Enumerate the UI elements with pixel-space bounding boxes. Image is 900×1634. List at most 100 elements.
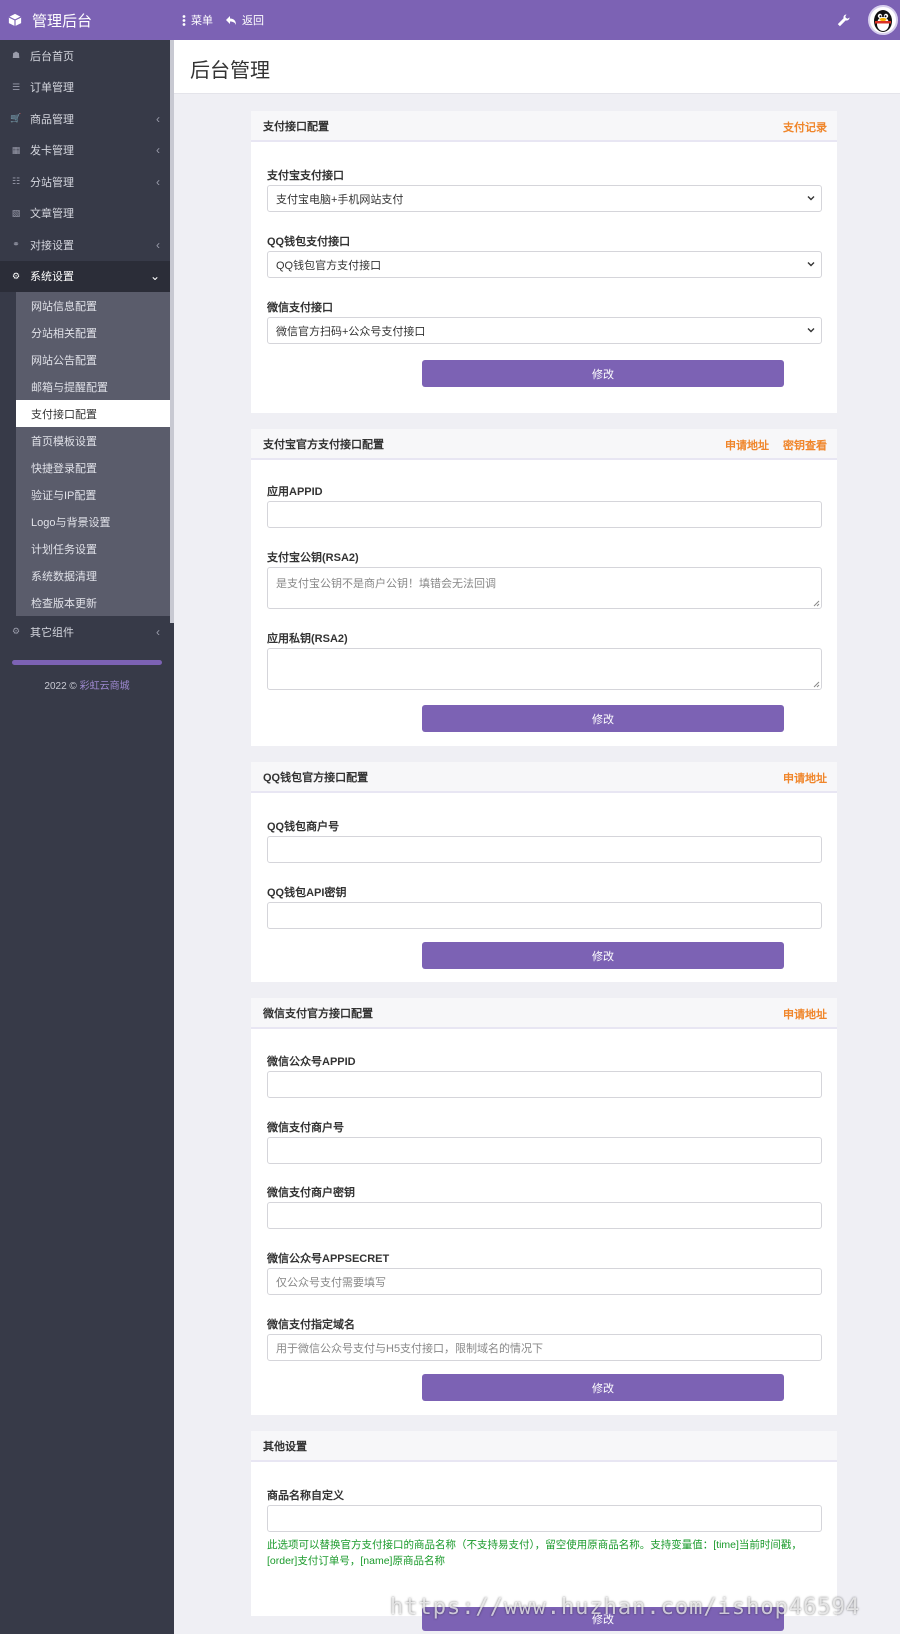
alipay-config-panel: 支付宝官方支付接口配置 申请地址 密钥查看 应用APPID 支付宝公钥(RSA2… bbox=[251, 429, 837, 746]
sidebar-item-label: 分站管理 bbox=[30, 176, 74, 189]
app-title: 管理后台 bbox=[32, 12, 93, 30]
qq-interface-label: QQ钱包支付接口 bbox=[267, 236, 351, 248]
view-keys-link[interactable]: 密钥查看 bbox=[783, 437, 827, 453]
brand[interactable]: 管理后台 bbox=[0, 0, 174, 40]
sidebar-subitem[interactable]: 验证与IP配置 bbox=[0, 481, 174, 508]
sidebar-subitem[interactable]: 计划任务设置 bbox=[0, 535, 174, 562]
back-button[interactable]: 返回 bbox=[225, 12, 264, 28]
wx-merchant-key-input[interactable] bbox=[267, 1202, 822, 1229]
panel-header: 其他设置 bbox=[251, 1431, 837, 1462]
avatar[interactable] bbox=[868, 5, 898, 35]
other-settings-panel: 其他设置 商品名称自定义 此选项可以替换官方支付接口的商品名称（不支持易支付），… bbox=[251, 1431, 837, 1631]
sidebar-subitem[interactable]: 检查版本更新 bbox=[0, 589, 174, 616]
sitemap-icon: ☷ bbox=[11, 176, 21, 187]
alipay-pubkey-label: 支付宝公钥(RSA2) bbox=[267, 552, 359, 564]
sidebar-item-system-settings[interactable]: ⚙ 系统设置 ⌄ bbox=[0, 260, 174, 292]
wx-domain-label: 微信支付指定域名 bbox=[267, 1319, 355, 1331]
qq-merchant-input[interactable] bbox=[267, 836, 822, 863]
sidebar-item-orders[interactable]: ☰ 订单管理 bbox=[0, 72, 174, 104]
wx-merchant-label: 微信支付商户号 bbox=[267, 1122, 344, 1134]
link-icon: ⚭ bbox=[12, 239, 20, 250]
sidebar-divider bbox=[170, 40, 174, 623]
chevron-left-icon: ‹ bbox=[156, 111, 160, 126]
pay-config-submit-button[interactable]: 修改 bbox=[422, 360, 784, 387]
panel-header: 微信支付官方接口配置 申请地址 bbox=[251, 998, 837, 1029]
panel-title: 支付宝官方支付接口配置 bbox=[263, 438, 384, 451]
alipay-pubkey-textarea[interactable]: 是支付宝公钥不是商户公钥！填错会无法回调 bbox=[267, 567, 822, 609]
wx-config-submit-button[interactable]: 修改 bbox=[422, 1374, 784, 1401]
qq-apikey-label: QQ钱包API密钥 bbox=[267, 887, 347, 899]
app-privkey-label: 应用私钥(RSA2) bbox=[267, 633, 348, 645]
sidebar-item-home[interactable]: ☗ 后台首页 bbox=[0, 40, 174, 72]
panel-header: 支付宝官方支付接口配置 申请地址 密钥查看 bbox=[251, 429, 837, 460]
product-name-input[interactable] bbox=[267, 1505, 822, 1532]
sidebar-subitem[interactable]: Logo与背景设置 bbox=[0, 508, 174, 535]
apply-address-link[interactable]: 申请地址 bbox=[783, 1006, 827, 1022]
textarea-placeholder: 是支付宝公钥不是商户公钥！填错会无法回调 bbox=[276, 578, 496, 590]
sidebar-item-cards[interactable]: ▦ 发卡管理 ‹ bbox=[0, 135, 174, 167]
alipay-interface-select[interactable]: 支付宝电脑+手机网站支付 bbox=[267, 185, 822, 212]
alipay-config-submit-button[interactable]: 修改 bbox=[422, 705, 784, 732]
wx-appsecret-label: 微信公众号APPSECRET bbox=[267, 1253, 390, 1265]
sidebar-item-substations[interactable]: ☷ 分站管理 ‹ bbox=[0, 166, 174, 198]
sidebar-subitem[interactable]: 网站公告配置 bbox=[0, 346, 174, 373]
sidebar-item-label: 其它组件 bbox=[30, 626, 74, 639]
menu-toggle-button[interactable]: 菜单 bbox=[182, 12, 213, 28]
wx-interface-label: 微信支付接口 bbox=[267, 302, 333, 314]
chevron-left-icon: ‹ bbox=[156, 624, 160, 639]
input-placeholder: 用于微信公众号支付与H5支付接口，限制域名的情况下 bbox=[276, 1342, 544, 1355]
wx-appid-input[interactable] bbox=[267, 1071, 822, 1098]
wx-domain-input[interactable]: 用于微信公众号支付与H5支付接口，限制域名的情况下 bbox=[267, 1334, 822, 1361]
book-icon: ▧ bbox=[11, 207, 21, 218]
wx-config-panel: 微信支付官方接口配置 申请地址 微信公众号APPID 微信支付商户号 微信支付商… bbox=[251, 998, 837, 1415]
panel-title: 支付接口配置 bbox=[263, 120, 329, 133]
penguin-icon bbox=[874, 10, 892, 32]
resize-grip-icon[interactable] bbox=[812, 599, 820, 607]
sidebar-subitem[interactable]: 网站信息配置 bbox=[0, 292, 174, 319]
chevron-left-icon: ‹ bbox=[156, 143, 160, 158]
sidebar-subitem[interactable]: 快捷登录配置 bbox=[0, 454, 174, 481]
top-right-tools bbox=[837, 0, 900, 40]
wx-merchant-input[interactable] bbox=[267, 1137, 822, 1164]
back-label: 返回 bbox=[242, 15, 264, 27]
qq-config-submit-button[interactable]: 修改 bbox=[422, 942, 784, 969]
sidebar-subitem[interactable]: 邮箱与提醒配置 bbox=[0, 373, 174, 400]
sidebar-item-label: 系统设置 bbox=[30, 271, 74, 284]
panel-title: 微信支付官方接口配置 bbox=[263, 1007, 373, 1020]
reply-arrow-icon bbox=[226, 15, 236, 25]
resize-grip-icon[interactable] bbox=[812, 680, 820, 688]
cogs-icon: ⚙ bbox=[11, 626, 21, 637]
sidebar-item-integration[interactable]: ⚭ 对接设置 ‹ bbox=[0, 229, 174, 261]
sidebar-progress-bar bbox=[12, 659, 162, 665]
copyright-link[interactable]: 彩虹云商城 bbox=[80, 681, 130, 692]
apply-address-link[interactable]: 申请地址 bbox=[725, 437, 769, 453]
qq-interface-select[interactable]: QQ钱包官方支付接口 bbox=[267, 251, 822, 278]
sidebar-subitem[interactable]: 系统数据清理 bbox=[0, 562, 174, 589]
sidebar-item-label: 文章管理 bbox=[30, 208, 74, 221]
wrench-icon[interactable] bbox=[837, 14, 850, 27]
product-name-help: 此选项可以替换官方支付接口的商品名称（不支持易支付），留空使用原商品名称。支持变… bbox=[267, 1539, 802, 1567]
apply-address-link[interactable]: 申请地址 bbox=[783, 770, 827, 786]
wx-appid-label: 微信公众号APPID bbox=[267, 1056, 356, 1068]
sidebar-item-products[interactable]: 🛒 商品管理 ‹ bbox=[0, 103, 174, 135]
grid-icon: ▦ bbox=[11, 144, 21, 155]
top-header: 管理后台 菜单 返回 bbox=[0, 0, 900, 40]
sidebar-subitem-current[interactable]: 支付接口配置 bbox=[0, 400, 174, 427]
menu-label: 菜单 bbox=[191, 15, 213, 27]
sidebar-subitem[interactable]: 分站相关配置 bbox=[0, 319, 174, 346]
sidebar-item-articles[interactable]: ▧ 文章管理 bbox=[0, 198, 174, 230]
sidebar-subitem[interactable]: 首页模板设置 bbox=[0, 427, 174, 454]
wx-merchant-key-label: 微信支付商户密钥 bbox=[267, 1187, 355, 1199]
app-privkey-textarea[interactable] bbox=[267, 648, 822, 690]
app-appid-input[interactable] bbox=[267, 501, 822, 528]
wx-appsecret-input[interactable]: 仅公众号支付需要填写 bbox=[267, 1268, 822, 1295]
sidebar-item-label: 后台首页 bbox=[30, 50, 74, 63]
panel-title: 其他设置 bbox=[263, 1440, 307, 1453]
sidebar-item-label: 对接设置 bbox=[30, 239, 74, 252]
wx-interface-select[interactable]: 微信官方扫码+公众号支付接口 bbox=[267, 317, 822, 344]
alipay-interface-label: 支付宝支付接口 bbox=[267, 170, 344, 182]
qq-apikey-input[interactable] bbox=[267, 902, 822, 929]
payment-records-link[interactable]: 支付记录 bbox=[783, 119, 827, 135]
sidebar-item-other-components[interactable]: ⚙ 其它组件 ‹ bbox=[0, 616, 174, 648]
sidebar-item-label: 发卡管理 bbox=[30, 145, 74, 158]
